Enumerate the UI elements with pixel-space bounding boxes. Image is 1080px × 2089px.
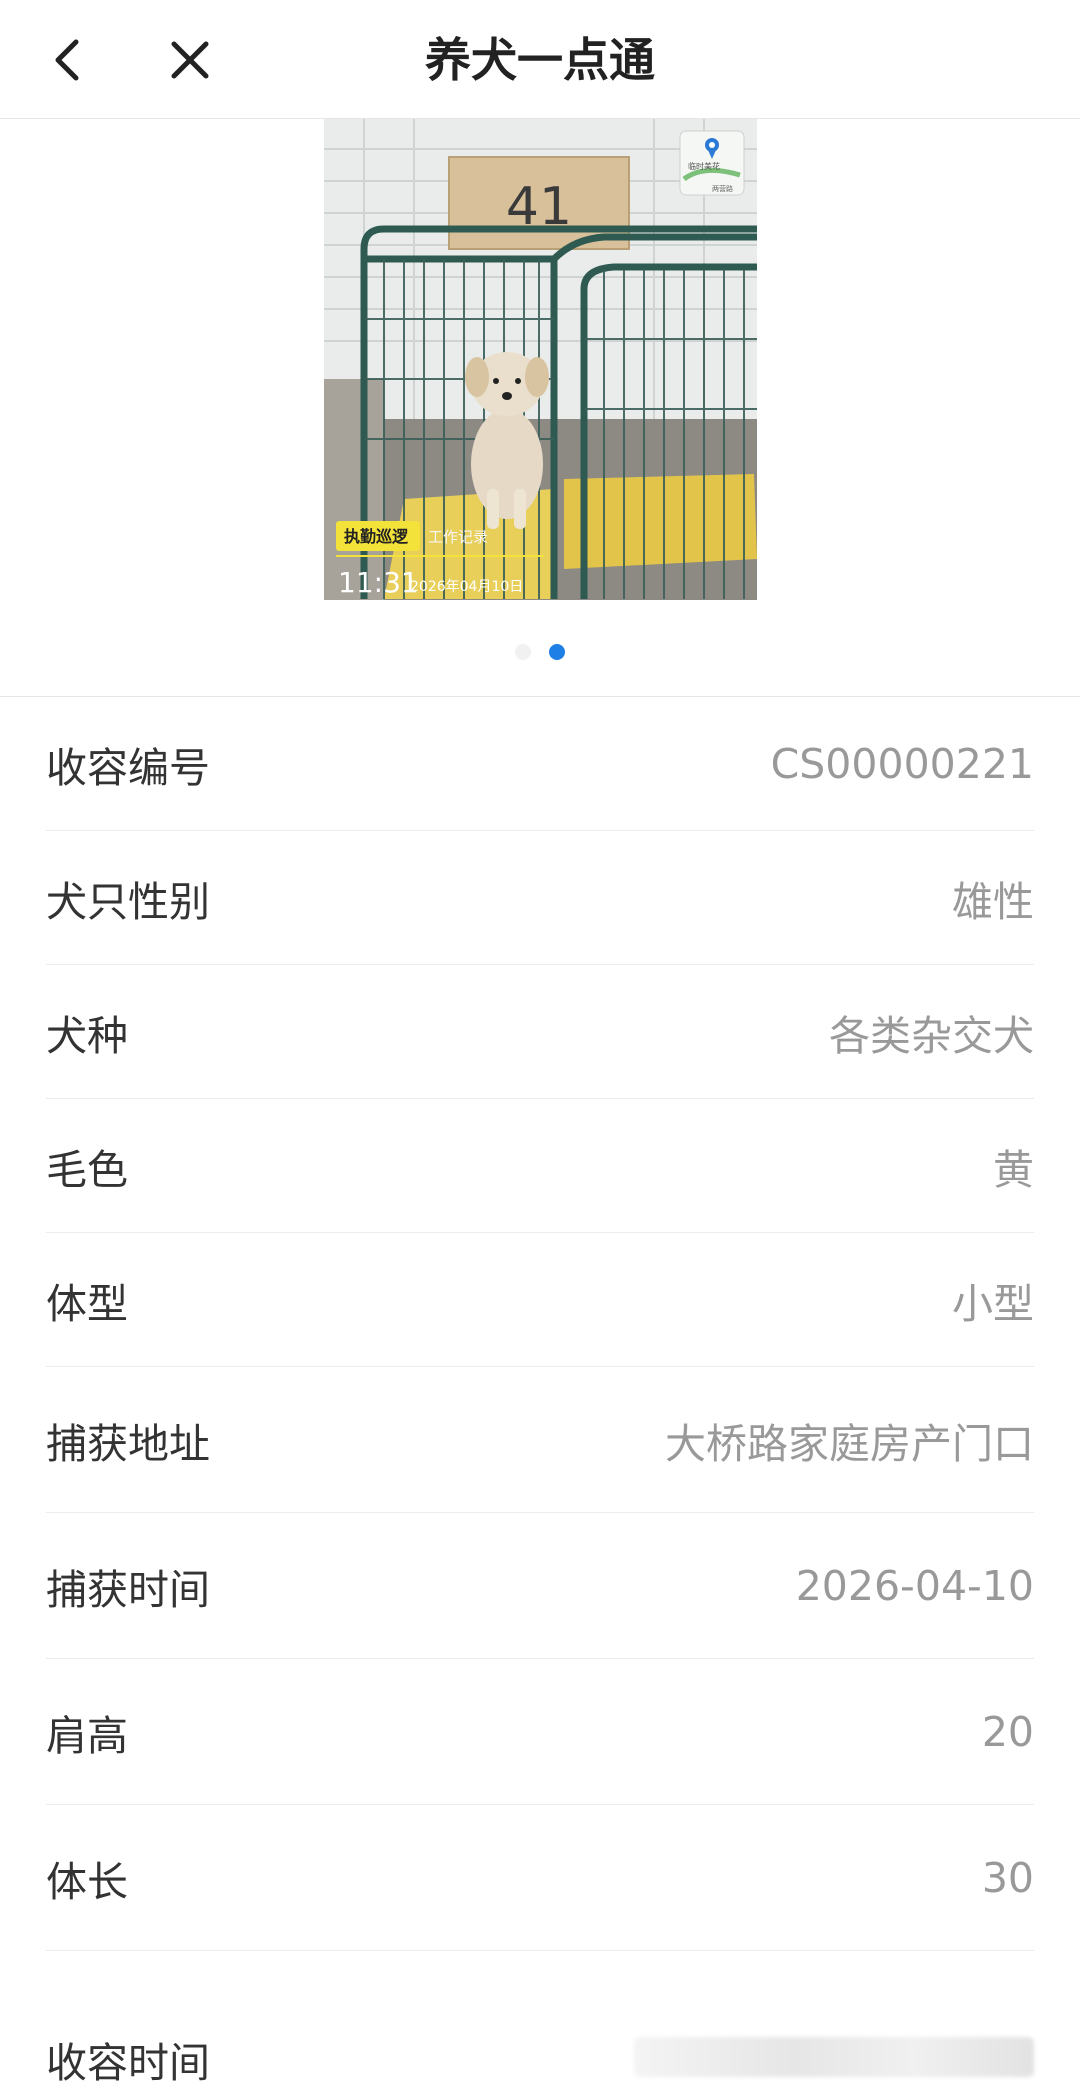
info-label: 犬只性别 <box>46 877 210 926</box>
info-row-body-length: 体长 30 <box>46 1805 1034 1951</box>
photo-date: 2026年04月10日 <box>410 579 523 595</box>
info-value: 雄性 <box>952 877 1034 926</box>
info-row-shoulder-height: 肩高 20 <box>46 1659 1034 1805</box>
dog-photo[interactable]: 41 临时美花 两营路 执勤巡逻 工作记录 11:31 2026年04月10日 <box>324 119 757 600</box>
info-row-gender: 犬只性别 雄性 <box>46 831 1034 965</box>
info-row-capture-time: 捕获时间 2026-04-10 <box>46 1513 1034 1659</box>
info-label: 毛色 <box>46 1145 128 1194</box>
map-sublabel: 两营路 <box>712 184 733 193</box>
carousel-dot-1[interactable] <box>515 644 531 660</box>
badge-record: 工作记录 <box>428 528 488 546</box>
carousel-dot-2-active[interactable] <box>549 644 565 660</box>
photo-time: 11:31 <box>338 566 419 599</box>
app-header: 养犬一点通 <box>0 0 1080 119</box>
map-label: 临时美花 <box>688 161 720 171</box>
info-value: 大桥路家庭房产门口 <box>665 1419 1034 1468</box>
info-row-shelter-time: 收容时间 <box>46 1951 1034 2087</box>
info-label: 捕获地址 <box>46 1419 210 1468</box>
badge-patrol: 执勤巡逻 <box>344 527 409 546</box>
photo-carousel[interactable]: 41 临时美花 两营路 执勤巡逻 工作记录 11:31 2026年04月10日 <box>0 119 1080 697</box>
info-label: 体型 <box>46 1279 128 1328</box>
info-value: 2026-04-10 <box>795 1561 1034 1610</box>
info-value: 20 <box>981 1707 1034 1756</box>
info-label: 收容编号 <box>46 743 210 792</box>
obscured-value <box>634 2037 1034 2077</box>
info-label: 肩高 <box>46 1711 128 1760</box>
info-value: 30 <box>981 1853 1034 1902</box>
info-row-coat-color: 毛色 黄 <box>46 1099 1034 1233</box>
info-label: 犬种 <box>46 1011 128 1060</box>
info-label: 捕获时间 <box>46 1565 210 1614</box>
info-row-shelter-id: 收容编号 CS00000221 <box>46 697 1034 831</box>
page-title: 养犬一点通 <box>425 33 655 87</box>
info-value: 小型 <box>952 1279 1034 1328</box>
info-value: CS00000221 <box>770 739 1034 788</box>
info-value: 各类杂交犬 <box>829 1011 1034 1060</box>
map-thumbnail: 临时美花 两营路 <box>679 130 745 196</box>
dog-info-list: 收容编号 CS00000221 犬只性别 雄性 犬种 各类杂交犬 毛色 黄 体型… <box>46 697 1034 2087</box>
info-row-capture-address: 捕获地址 大桥路家庭房产门口 <box>46 1367 1034 1513</box>
info-row-breed: 犬种 各类杂交犬 <box>46 965 1034 1099</box>
info-label: 体长 <box>46 1857 128 1906</box>
info-value: 黄 <box>993 1145 1034 1194</box>
info-label: 收容时间 <box>46 2039 210 2087</box>
cage-photo-illustration: 41 临时美花 两营路 执勤巡逻 工作记录 11:31 2026年04月10日 <box>324 119 757 600</box>
info-row-size: 体型 小型 <box>46 1233 1034 1367</box>
